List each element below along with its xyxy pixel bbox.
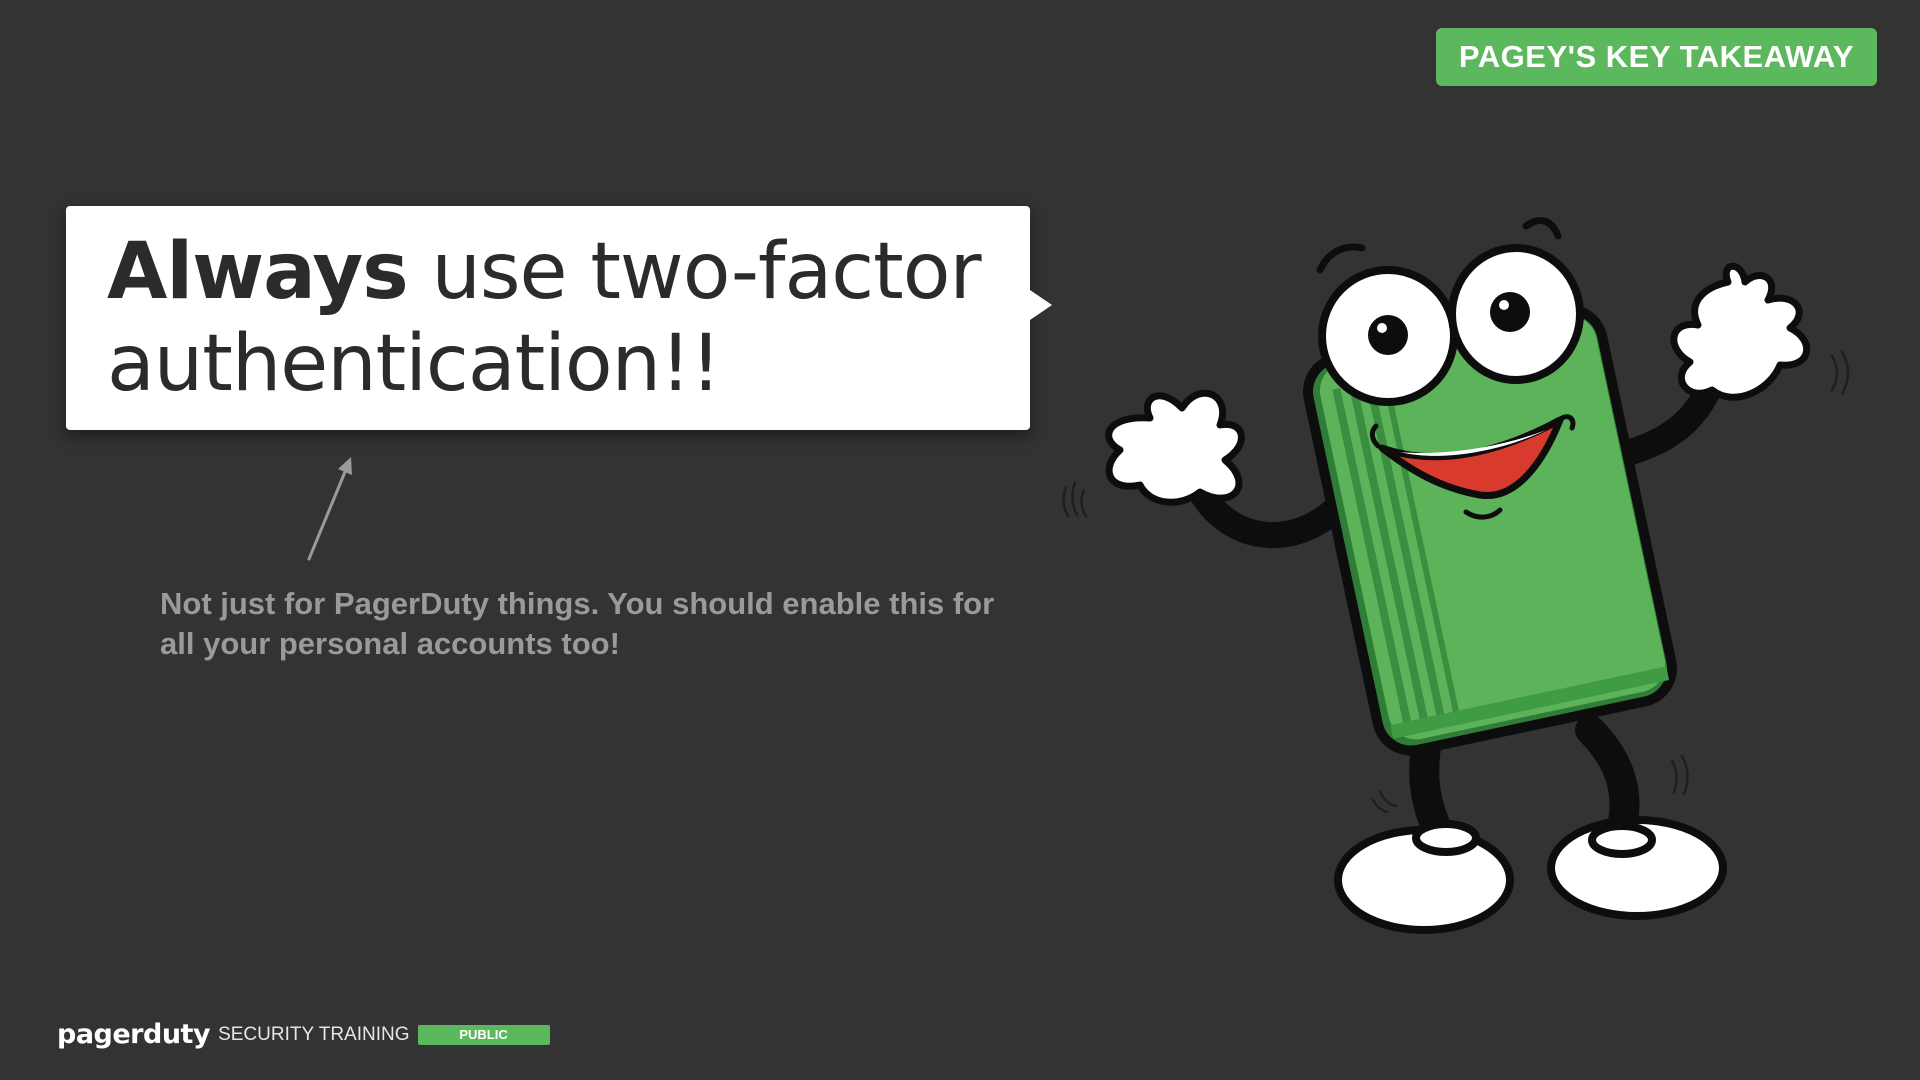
classification-tag: PUBLIC xyxy=(417,1025,550,1045)
speech-bubble-pointer xyxy=(1030,290,1052,320)
speech-bubble-callout: Always use two-factor authentication!! xyxy=(66,206,1052,430)
footer-label: SECURITY TRAINING xyxy=(218,1024,410,1045)
note-text: Not just for PagerDuty things. You shoul… xyxy=(160,586,995,661)
callout-emphasis: Always xyxy=(107,227,409,317)
pagey-mascot-icon xyxy=(1062,217,1850,934)
callout-headline: Always use two-factor authentication!! xyxy=(107,226,990,410)
pointer-arrow-icon xyxy=(307,457,352,561)
key-takeaway-badge: PAGEY'S KEY TAKEAWAY xyxy=(1436,28,1877,86)
footer: pagerduty SECURITY TRAINING PUBLIC xyxy=(57,1018,550,1052)
pagerduty-logo: pagerduty xyxy=(57,1019,211,1050)
slide: PAGEY'S KEY TAKEAWAY Always use two-fact… xyxy=(0,0,1920,1080)
